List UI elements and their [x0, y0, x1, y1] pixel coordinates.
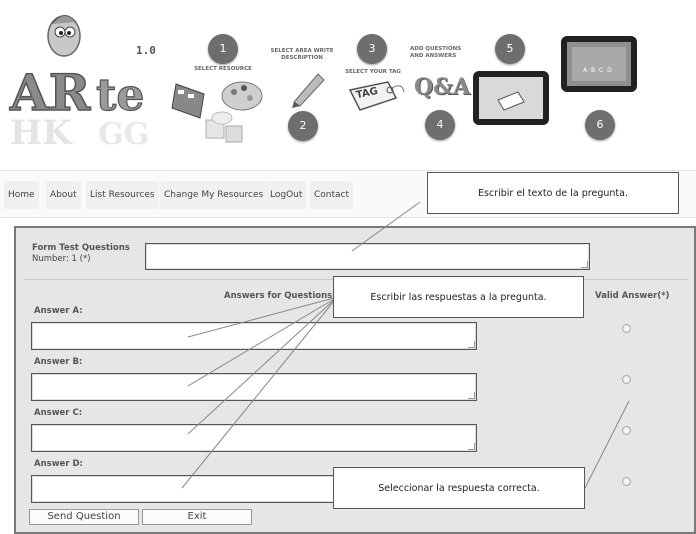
answer-d-label: Answer D:: [34, 459, 83, 469]
question-label-line2: Number: 1 (*): [32, 254, 91, 264]
nav-list-resources[interactable]: List Resources: [86, 181, 159, 209]
answer-b-label: Answer B:: [34, 357, 83, 367]
answer-c-label: Answer C:: [34, 408, 83, 418]
step-2-badge: 2: [288, 111, 318, 141]
tablet-quiz-icon: [561, 36, 637, 92]
answer-b-input[interactable]: [31, 373, 477, 401]
valid-answer-a-radio[interactable]: [622, 324, 631, 333]
tablet-tag-icon: [473, 71, 549, 125]
arte-logo: AR te HK GG: [8, 15, 149, 153]
nav-home[interactable]: Home: [4, 181, 39, 209]
callout-question: Escribir el texto de la pregunta.: [427, 172, 679, 214]
answer-c-input[interactable]: [31, 424, 477, 452]
step-3-badge: 3: [357, 34, 387, 64]
step-6-badge: 6: [585, 110, 615, 140]
exit-button[interactable]: Exit: [142, 509, 252, 525]
nav-logout[interactable]: LogOut: [266, 181, 307, 209]
step-1-badge: 1: [208, 34, 238, 64]
callout-correct: Seleccionar la respuesta correcta.: [333, 467, 585, 509]
nav-change-my-resources[interactable]: Change My Resources: [160, 181, 268, 209]
step-5-badge: 5: [495, 34, 525, 64]
send-question-button[interactable]: Send Question: [29, 509, 139, 525]
version-label: 1.0: [136, 44, 156, 57]
question-text-input[interactable]: [145, 243, 590, 270]
step-1-label: SELECT RESOURCE: [194, 66, 252, 72]
quiz-options-text: A B C D: [583, 67, 613, 74]
step-2-label: SELECT AREA WRITE DESCRIPTION: [270, 48, 334, 61]
nav-about[interactable]: About: [46, 181, 81, 209]
callout-answers: Escribir las respuestas a la pregunta.: [333, 276, 584, 318]
valid-answer-c-radio[interactable]: [622, 426, 631, 435]
svg-text:te: te: [96, 70, 144, 121]
svg-text:HK: HK: [10, 113, 73, 153]
svg-text:GG: GG: [98, 117, 149, 152]
nav-contact[interactable]: Contact: [310, 181, 354, 209]
answer-a-input[interactable]: [31, 322, 477, 350]
valid-answer-d-radio[interactable]: [622, 477, 631, 486]
valid-answer-header: Valid Answer(*): [595, 291, 670, 301]
step-4-badge: 4: [425, 110, 455, 140]
pencil-icon: [292, 73, 325, 108]
qa-text: Q&A: [414, 74, 471, 100]
step-4-label: ADD QUESTIONS AND ANSWERS: [410, 46, 462, 59]
valid-answer-b-radio[interactable]: [622, 375, 631, 384]
resource-media-icon: [171, 81, 263, 143]
question-label-line1: Form Test Questions: [32, 243, 130, 253]
step-3-label: SELECT YOUR TAG: [345, 69, 401, 75]
answer-a-label: Answer A:: [34, 306, 83, 316]
